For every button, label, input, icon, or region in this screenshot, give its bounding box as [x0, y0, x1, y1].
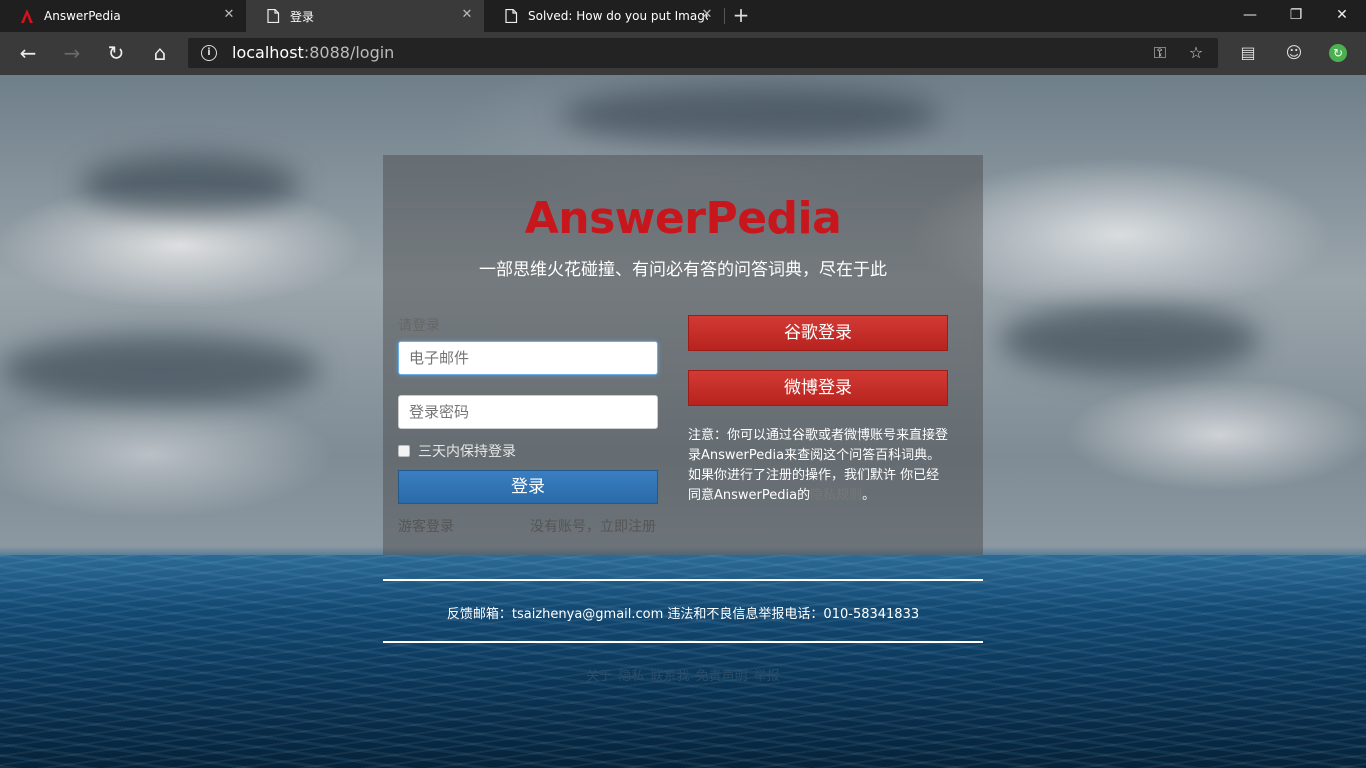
new-tab-button[interactable]: +	[730, 4, 752, 28]
tab-title: AnswerPedia	[44, 9, 121, 23]
tab-answerpedia[interactable]: AnswerPedia ✕	[0, 0, 246, 32]
answerpedia-favicon-icon	[21, 9, 33, 23]
slogan: 一部思维火花碰撞、有问必有答的问答词典，尽在于此	[479, 260, 887, 280]
info-icon[interactable]: i	[201, 45, 217, 61]
site-logo: AnswerPedia	[524, 193, 842, 244]
password-input[interactable]	[398, 395, 658, 429]
star-icon[interactable]: ☆	[1186, 43, 1206, 63]
forward-arrow-icon[interactable]: →	[58, 40, 86, 68]
extension-icon[interactable]: ↻	[1329, 44, 1347, 62]
url-text[interactable]: localhost:8088/login	[232, 43, 394, 62]
browser-toolbar: ← → ↻ ⌂ i localhost:8088/login ⚿ ☆ ▤ ☺ ↻	[0, 32, 1366, 75]
address-bar[interactable]: i localhost:8088/login ⚿ ☆	[188, 38, 1218, 68]
maximize-button[interactable]: ❐	[1273, 0, 1319, 32]
sea-background	[0, 555, 1366, 768]
weibo-login-button[interactable]: 微博登录	[688, 370, 948, 406]
divider	[383, 579, 983, 581]
footer-link-about[interactable]: 关于	[586, 669, 612, 684]
url-path: :8088/login	[303, 43, 395, 62]
tab-title: Solved: How do you put Images	[528, 9, 708, 23]
tab-close-icon[interactable]: ✕	[222, 8, 236, 22]
login-page: AnswerPedia 一部思维火花碰撞、有问必有答的问答词典，尽在于此 请登录…	[0, 75, 1366, 768]
tab-title: 登录	[290, 9, 315, 24]
page-icon	[505, 9, 518, 23]
login-notice: 注意：你可以通过谷歌或者微博账号来直接登录AnswerPedia来查阅这个问答百…	[688, 426, 948, 506]
remember-me[interactable]: 三天内保持登录	[398, 441, 516, 461]
cloud-decoration	[0, 335, 320, 405]
login-button[interactable]: 登录	[398, 470, 658, 504]
tab-close-icon[interactable]: ✕	[460, 8, 474, 22]
tab-bar: AnswerPedia ✕ 登录 ✕ Solved: How do you pu…	[0, 0, 1366, 32]
back-arrow-icon[interactable]: ←	[14, 40, 42, 68]
smiley-icon[interactable]: ☺	[1283, 42, 1305, 64]
tab-close-icon[interactable]: ✕	[700, 8, 714, 22]
page-icon	[267, 9, 280, 23]
cloud-decoration	[80, 155, 300, 215]
refresh-icon[interactable]: ↻	[102, 40, 130, 68]
tab-solved[interactable]: Solved: How do you put Images ✕	[484, 0, 724, 32]
login-hint: 请登录	[398, 318, 440, 334]
footer-link-disclaimer[interactable]: 免责声明	[696, 669, 748, 684]
url-host: localhost	[232, 43, 304, 62]
footer-link-contact[interactable]: 联系我	[650, 669, 689, 684]
remember-label: 三天内保持登录	[418, 444, 516, 460]
notice-end: 。	[862, 488, 876, 503]
google-login-button[interactable]: 谷歌登录	[688, 315, 948, 351]
email-input[interactable]	[398, 341, 658, 375]
tab-login[interactable]: 登录 ✕	[246, 0, 484, 32]
footer-link-privacy[interactable]: 隐私	[618, 669, 644, 684]
minimize-button[interactable]: —	[1227, 0, 1273, 32]
tab-separator	[724, 8, 725, 24]
remember-checkbox[interactable]	[398, 445, 410, 457]
divider	[383, 641, 983, 643]
home-icon[interactable]: ⌂	[146, 40, 174, 68]
key-icon[interactable]: ⚿	[1150, 43, 1170, 63]
footer-link-report[interactable]: 举报	[754, 669, 780, 684]
cloud-decoration	[1000, 305, 1260, 375]
close-window-button[interactable]: ✕	[1319, 0, 1365, 32]
cloud-decoration	[560, 85, 940, 145]
register-link[interactable]: 没有账号，立即注册	[530, 516, 656, 536]
guest-login-link[interactable]: 游客登录	[398, 516, 454, 536]
reading-view-icon[interactable]: ▤	[1237, 42, 1259, 64]
privacy-rules-link[interactable]: 隐私规则	[810, 488, 862, 503]
feedback-info: 反馈邮箱：tsaizhenya@gmail.com 违法和不良信息举报电话：01…	[446, 607, 920, 622]
login-panel: AnswerPedia 一部思维火花碰撞、有问必有答的问答词典，尽在于此 请登录…	[383, 155, 983, 555]
footer-links: 关于 隐私 联系我 免责声明 举报	[383, 665, 983, 684]
